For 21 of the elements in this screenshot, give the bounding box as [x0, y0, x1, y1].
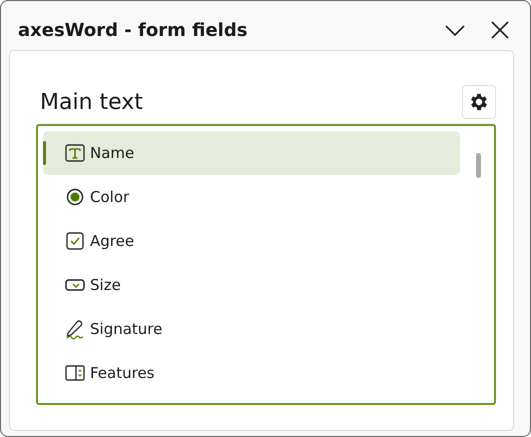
field-label: Agree	[90, 232, 134, 250]
field-item[interactable]: Features	[43, 351, 460, 395]
field-label: Name	[90, 144, 134, 162]
checkbox-icon	[64, 230, 86, 252]
settings-button[interactable]	[462, 85, 496, 119]
window-title: axesWord - form fields	[18, 20, 248, 41]
field-item[interactable]: Name	[43, 131, 460, 175]
radio-icon	[64, 186, 86, 208]
field-item[interactable]: Size	[43, 263, 460, 307]
field-label: Color	[90, 188, 130, 206]
field-label: Signature	[90, 320, 162, 338]
close-icon[interactable]	[490, 20, 510, 40]
field-item[interactable]: Signature	[43, 307, 460, 351]
scrollbar-thumb[interactable]	[476, 153, 481, 178]
field-label: Size	[90, 276, 121, 294]
field-label: Features	[90, 364, 154, 382]
text-field-icon	[64, 142, 86, 164]
pen-signature-icon	[64, 318, 86, 340]
field-item[interactable]: Color	[43, 175, 460, 219]
section-heading: Main text	[40, 90, 143, 114]
field-item[interactable]: Agree	[43, 219, 460, 263]
